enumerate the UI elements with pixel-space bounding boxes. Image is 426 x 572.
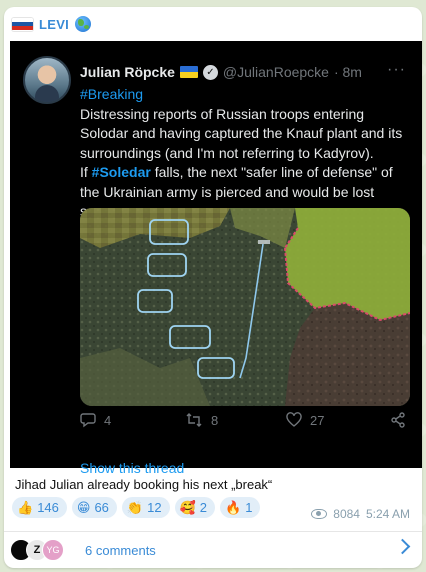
- hashtag-breaking: #Breaking: [80, 86, 144, 102]
- clap-icon: 👏: [126, 500, 144, 515]
- chevron-right-icon: [394, 538, 411, 555]
- reactions-bar: 👍 146 😁 66 👏 12 🥰 2 🔥 1: [12, 497, 261, 518]
- author-name: Julian Röpcke: [80, 64, 175, 80]
- reply-icon: [80, 413, 96, 428]
- view-count: 8084: [333, 507, 360, 521]
- reaction-count: 66: [94, 500, 109, 515]
- comments-label[interactable]: 6 comments: [85, 543, 156, 558]
- thumbs-up-icon: 👍: [17, 500, 34, 515]
- grin-icon: 😁: [76, 500, 91, 515]
- reaction-count: 12: [147, 500, 162, 515]
- tweet-author: Julian Röpcke ✓ @JulianRoepcke · 8m: [80, 64, 362, 80]
- map-graphic: [80, 208, 410, 406]
- reaction-grin[interactable]: 😁 66: [71, 497, 117, 518]
- reaction-count: 146: [37, 500, 59, 515]
- tweet-if: If: [80, 164, 88, 180]
- verified-icon: ✓: [202, 64, 218, 80]
- globe-icon: [75, 16, 92, 32]
- message-time: 5:24 AM: [365, 507, 410, 521]
- tweet-actions: 4 8 27: [80, 412, 412, 434]
- channel-header[interactable]: LEVI: [4, 7, 422, 41]
- author-avatar: [23, 56, 71, 104]
- reply-action[interactable]: 4: [80, 412, 111, 428]
- channel-name[interactable]: LEVI: [39, 17, 69, 32]
- tweet-time: · 8m: [333, 64, 362, 80]
- show-thread-link[interactable]: Show this thread: [80, 460, 184, 476]
- comments-button[interactable]: Z YG 6 comments: [4, 532, 422, 568]
- russia-flag-icon: [12, 17, 33, 31]
- retweet-icon: [186, 413, 202, 427]
- commenter-avatars: Z YG: [10, 538, 80, 562]
- retweet-action[interactable]: 8: [185, 412, 218, 428]
- reaction-love-face[interactable]: 🥰 2: [174, 497, 215, 518]
- more-options-icon: ···: [387, 61, 406, 78]
- tweet-body: Distressing reports of Russian troops en…: [80, 105, 403, 161]
- hashtag-soledar: #Soledar: [91, 164, 151, 180]
- satellite-map-image: [80, 208, 410, 406]
- reaction-count: 1: [245, 500, 253, 515]
- tweet-text: #Breaking Distressing reports of Russian…: [80, 85, 412, 222]
- reaction-count: 2: [199, 500, 207, 515]
- like-count: 27: [310, 412, 325, 428]
- share-icon: [391, 412, 405, 428]
- retweet-count: 8: [211, 412, 219, 428]
- love-face-icon: 🥰: [179, 500, 196, 515]
- share-action[interactable]: [390, 412, 406, 428]
- reaction-fire[interactable]: 🔥 1: [220, 497, 261, 518]
- like-action[interactable]: 27: [286, 412, 324, 428]
- fire-icon: 🔥: [225, 500, 242, 515]
- avatar: YG: [42, 539, 64, 561]
- message-meta: 8084 5:24 AM: [311, 507, 410, 521]
- views-eye-icon: [311, 509, 328, 519]
- reaction-thumbs-up[interactable]: 👍 146: [12, 497, 67, 518]
- embedded-tweet-image[interactable]: Julian Röpcke ✓ @JulianRoepcke · 8m ··· …: [10, 41, 422, 476]
- reaction-clap[interactable]: 👏 12: [121, 497, 170, 518]
- message-card: LEVI Julian Röpcke ✓ @JulianRoepcke · 8m…: [4, 7, 422, 568]
- ukraine-flag-icon: [179, 66, 198, 78]
- message-caption: Jihad Julian already booking his next „b…: [15, 477, 273, 492]
- heart-icon: [286, 412, 302, 427]
- author-handle: @JulianRoepcke: [222, 64, 329, 80]
- reply-count: 4: [104, 412, 112, 428]
